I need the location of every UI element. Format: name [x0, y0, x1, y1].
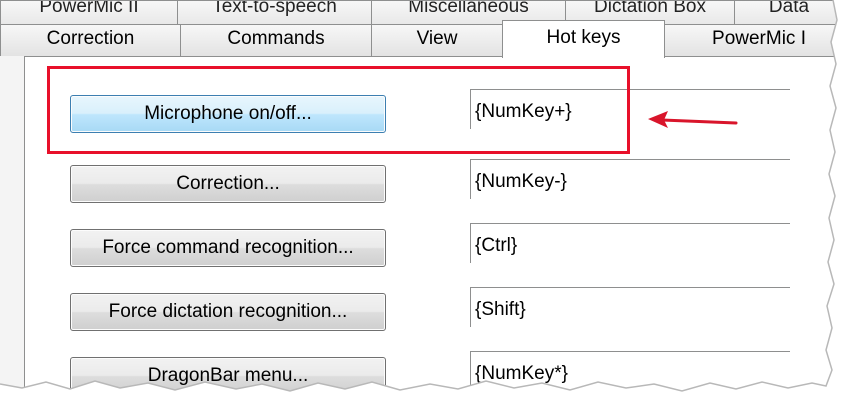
red-arrow-icon	[648, 111, 738, 128]
correction-key-field[interactable]: {NumKey-}	[470, 159, 790, 199]
correction-button[interactable]: Correction...	[70, 165, 386, 203]
force-dictation-recognition-button[interactable]: Force dictation recognition...	[70, 293, 386, 331]
force-command-recognition-button[interactable]: Force command recognition...	[70, 229, 386, 267]
options-dialog: PowerMic II Text-to-speech Miscellaneous…	[0, 0, 836, 408]
force-dictation-key-field[interactable]: {Shift}	[470, 287, 790, 327]
dragonbar-key-field[interactable]: {NumKey*}	[470, 351, 790, 391]
dragonbar-menu-button[interactable]: DragonBar menu...	[70, 357, 386, 395]
tab-hot-keys[interactable]: Hot keys	[502, 20, 665, 58]
highlight-box	[47, 66, 630, 154]
force-command-key-field[interactable]: {Ctrl}	[470, 223, 790, 263]
tab-view[interactable]: View	[371, 24, 503, 56]
tab-powermic-i[interactable]: PowerMic I	[664, 24, 836, 56]
tab-commands[interactable]: Commands	[180, 24, 372, 56]
tab-row-front: Correction Commands View Hot keys PowerM…	[0, 20, 836, 58]
tab-correction[interactable]: Correction	[0, 24, 181, 56]
